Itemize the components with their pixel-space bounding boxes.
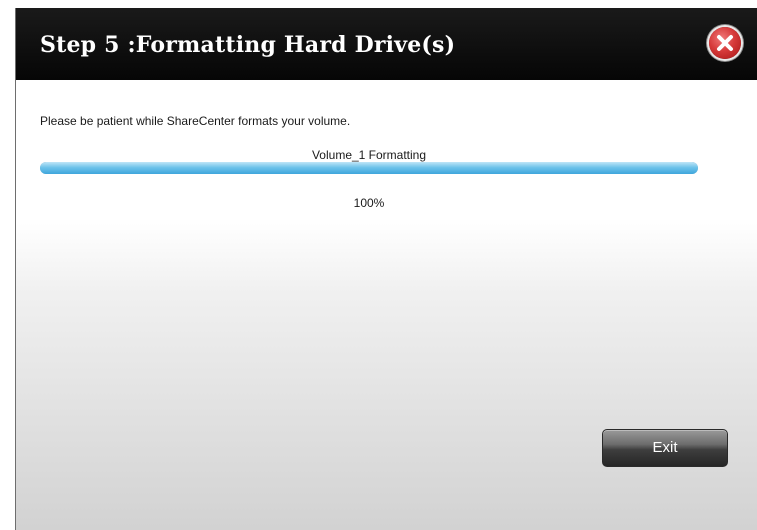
close-button[interactable] [709, 27, 741, 59]
progress-percent: 100% [353, 196, 385, 210]
progress-bar [40, 162, 698, 174]
dialog-titlebar: Step 5 :Formatting Hard Drive(s) [16, 8, 757, 80]
progress-label: Volume_1 Formatting [311, 148, 427, 162]
progress-bar-fill [40, 162, 698, 174]
format-dialog: Step 5 :Formatting Hard Drive(s) Please … [15, 8, 757, 530]
close-x-icon [717, 35, 733, 51]
dialog-title: Step 5 :Formatting Hard Drive(s) [40, 32, 456, 58]
exit-button[interactable]: Exit [602, 429, 728, 467]
status-message: Please be patient while ShareCenter form… [40, 114, 351, 128]
